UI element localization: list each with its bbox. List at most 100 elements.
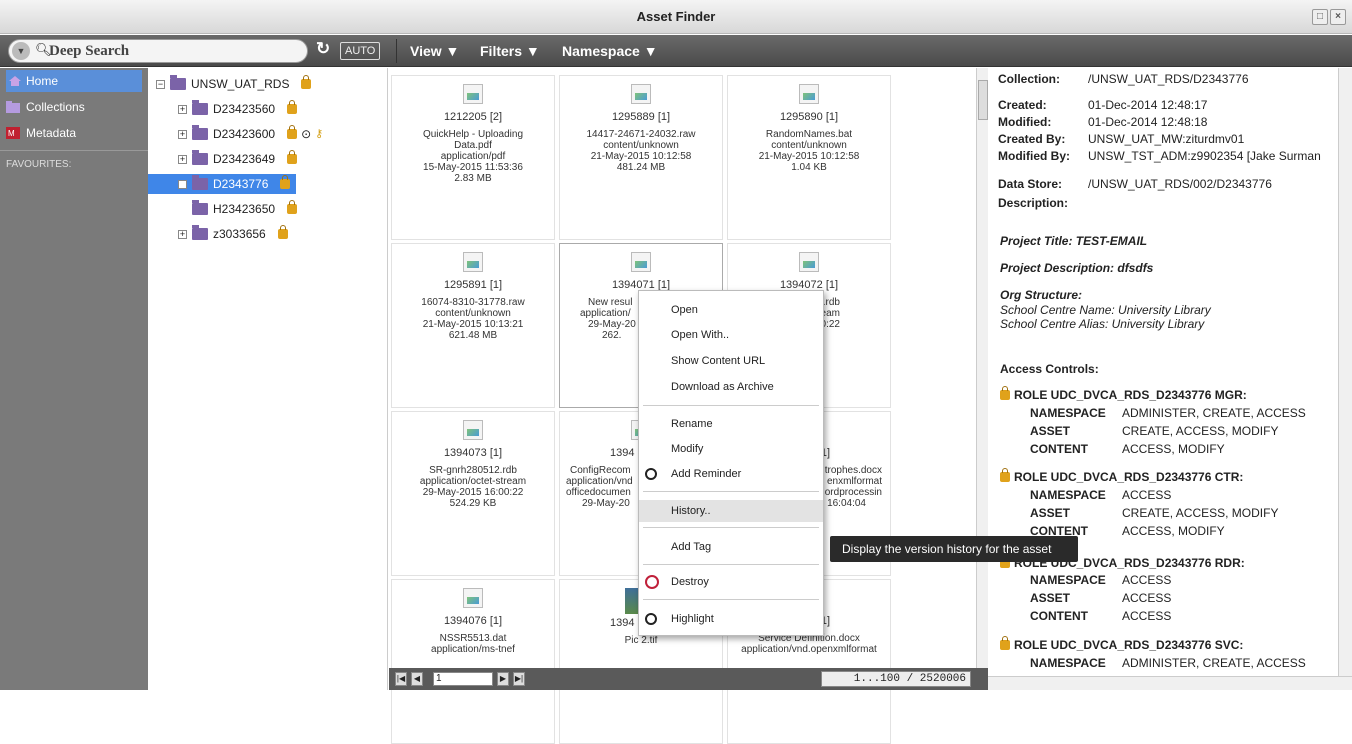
first-page-icon[interactable]: |◀ — [395, 672, 407, 686]
grid-scrollbar-thumb[interactable] — [978, 80, 988, 120]
tree-node[interactable]: + D23423600 ⊙ ⚷ — [178, 124, 323, 144]
lock-icon — [301, 75, 312, 89]
tree-node[interactable]: + D23423649 — [178, 149, 298, 169]
asset-name: 16074-8310-31778.raw — [421, 297, 525, 308]
search-box[interactable]: ▼ 🔍︎ Deep Search — [8, 39, 308, 63]
refresh-icon[interactable]: ↻ — [316, 39, 330, 59]
asset-card[interactable]: 1295891 [1] 16074-8310-31778.raw content… — [391, 243, 555, 408]
favourites-label: FAVOURITES: — [0, 150, 148, 178]
menu-item-label: Highlight — [671, 613, 714, 625]
asset-card[interactable]: 1295890 [1] RandomNames.bat content/unkn… — [727, 75, 891, 240]
image-placeholder-icon — [799, 84, 819, 104]
folder-icon — [192, 225, 208, 240]
namespace-menu[interactable]: Namespace ▼ — [562, 35, 658, 67]
view-menu[interactable]: View ▼ — [410, 35, 459, 67]
tree-node-label: D2343776 — [213, 177, 269, 191]
menu-separator — [643, 405, 819, 406]
tree-node-label: D23423560 — [213, 102, 276, 116]
next-page-icon[interactable]: ▶ — [497, 672, 509, 686]
perm-label: ASSET — [1030, 424, 1071, 438]
collapse-icon[interactable]: − — [156, 79, 165, 89]
page-input[interactable]: 1 — [433, 672, 493, 686]
menu-item-download-archive[interactable]: Download as Archive — [639, 376, 823, 398]
menu-item-destroy[interactable]: Destroy — [639, 571, 823, 593]
role-name: ROLE UDC_DVCA_RDS_D2343776 CTR: — [1014, 470, 1244, 484]
close-button[interactable]: × — [1330, 9, 1346, 25]
expand-icon[interactable]: + — [178, 179, 187, 189]
menu-item-history[interactable]: History.. — [639, 500, 823, 522]
sidebar-item-metadata[interactable]: M Metadata — [0, 122, 148, 144]
tree-node[interactable]: H23423650 — [192, 199, 298, 219]
window-titlebar: Asset Finder □ × — [0, 0, 1352, 34]
menu-separator — [643, 491, 819, 492]
menu-item-rename[interactable]: Rename — [639, 413, 823, 435]
sidebar-item-home[interactable]: Home — [6, 70, 142, 92]
asset-id: 1295889 [1] — [611, 111, 671, 123]
asset-card[interactable]: 1394073 [1] SR-gnrh280512.rdb applicatio… — [391, 411, 555, 576]
modified-by-value: UNSW_TST_ADM:z9902354 [Jake Surman — [1088, 149, 1321, 163]
perm-label: ASSET — [1030, 591, 1071, 605]
toolbar-divider — [396, 39, 397, 63]
tree-node[interactable]: + z3033656 — [178, 224, 288, 244]
asset-name: 14417-24671-24032.raw — [586, 129, 696, 140]
expand-icon[interactable]: + — [178, 129, 187, 139]
menu-item-open-with[interactable]: Open With.. — [639, 324, 823, 346]
perm-label: NAMESPACE — [1030, 656, 1106, 670]
expand-icon[interactable]: + — [178, 154, 187, 164]
grid-scrollbar[interactable] — [976, 68, 988, 668]
asset-size: 481.24 MB — [616, 162, 666, 173]
asset-type: content/unknown — [603, 140, 679, 151]
pager: |◀ ◀ 1 ▶ ▶| 1...100 / 2520006 — [389, 668, 988, 690]
search-input[interactable]: Deep Search — [49, 40, 129, 62]
expand-icon[interactable]: + — [178, 104, 187, 114]
auto-button[interactable]: AUTO — [340, 42, 381, 60]
asset-card[interactable]: 1295889 [1] 14417-24671-24032.raw conten… — [559, 75, 723, 240]
tree-node[interactable]: + D23423560 — [178, 99, 298, 119]
details-horizontal-scrollbar[interactable] — [988, 676, 1352, 690]
details-scrollbar[interactable] — [1338, 68, 1352, 678]
tree-node-label: z3033656 — [213, 227, 266, 241]
svg-text:M: M — [8, 129, 15, 138]
menu-item-modify[interactable]: Modify — [639, 438, 823, 460]
last-page-icon[interactable]: ▶| — [513, 672, 525, 686]
asset-date: 15-May-2015 11:53:36 — [423, 162, 523, 173]
asset-card[interactable]: 1212205 [2] QuickHelp - Uploading Data.p… — [391, 75, 555, 240]
expand-icon[interactable]: + — [178, 229, 187, 239]
sidebar-item-collections[interactable]: Collections — [0, 96, 148, 118]
asset-id: 1394076 [1] — [443, 615, 503, 627]
image-placeholder-icon — [463, 84, 483, 104]
tree-node-selected[interactable]: + D2343776 — [148, 174, 296, 194]
perm-label: ASSET — [1030, 506, 1071, 520]
menu-item-highlight[interactable]: Highlight — [639, 608, 823, 630]
folder-icon — [6, 101, 20, 113]
prev-page-icon[interactable]: ◀ — [411, 672, 423, 686]
home-icon — [9, 76, 21, 86]
maximize-button[interactable]: □ — [1312, 9, 1328, 25]
filters-menu[interactable]: Filters ▼ — [480, 35, 540, 67]
perm-value: ACCESS, MODIFY — [1122, 524, 1225, 538]
perm-label: NAMESPACE — [1030, 406, 1106, 420]
asset-card[interactable]: 1394076 [1] NSSR5513.dat application/ms-… — [391, 579, 555, 744]
tree-node-label: D23423600 — [213, 127, 276, 141]
created-value: 01-Dec-2014 12:48:17 — [1088, 98, 1208, 112]
result-count: 1...100 / 2520006 — [821, 671, 971, 687]
context-menu: Open Open With.. Show Content URL Downlo… — [638, 290, 824, 636]
created-label: Created: — [998, 98, 1047, 112]
menu-separator — [643, 527, 819, 528]
menu-item-add-tag[interactable]: Add Tag — [639, 536, 823, 558]
sidebar-item-label: Home — [26, 74, 59, 88]
folder-icon — [192, 200, 208, 215]
asset-name: RandomNames.bat — [765, 129, 853, 140]
tree-node-root[interactable]: − UNSW_UAT_RDS — [156, 74, 312, 94]
perm-value: ACCESS — [1122, 609, 1172, 623]
asset-type: application/octet-stream — [419, 476, 527, 487]
lock-icon — [1000, 386, 1010, 400]
tree-node-label: H23423650 — [213, 202, 276, 216]
asset-name: NSSR5513.dat — [439, 633, 507, 644]
search-options-icon[interactable]: ▼ — [12, 42, 30, 60]
lock-icon — [287, 150, 298, 164]
menu-item-add-reminder[interactable]: Add Reminder — [639, 463, 823, 485]
history-tooltip: Display the version history for the asse… — [830, 536, 1078, 562]
menu-item-open[interactable]: Open — [639, 299, 823, 321]
menu-item-show-content-url[interactable]: Show Content URL — [639, 350, 823, 372]
